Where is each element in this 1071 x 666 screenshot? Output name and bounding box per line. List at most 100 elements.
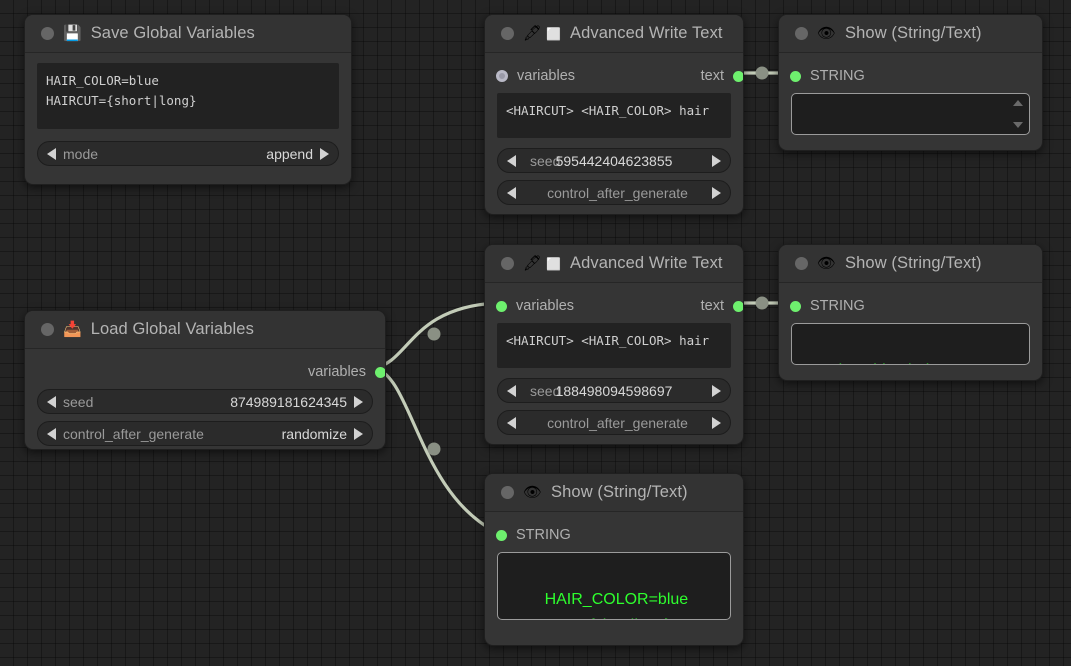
input-port-dot[interactable] xyxy=(790,301,801,312)
widget-control-after-generate[interactable]: control_after_generate xyxy=(497,180,731,205)
input-slot-label: STRING xyxy=(810,68,865,84)
widget-decrement-arrow[interactable] xyxy=(507,417,516,429)
output-display-value: <HAIRCUT> xyxy=(839,132,929,135)
collapse-toggle-dot[interactable] xyxy=(795,27,808,40)
output-slot-text[interactable]: text xyxy=(701,68,731,84)
scroll-down-icon[interactable] xyxy=(1013,122,1023,128)
collapse-toggle-dot[interactable] xyxy=(501,257,514,270)
node-advanced-write-text-2[interactable]: 🖋 ⬜ Advanced Write Text variables text <… xyxy=(484,244,744,445)
widget-decrement-arrow[interactable] xyxy=(47,396,56,408)
frame-icon: ⬜ xyxy=(546,258,561,270)
widget-increment-arrow[interactable] xyxy=(712,417,721,429)
eye-icon: 👁 xyxy=(523,485,542,500)
collapse-toggle-dot[interactable] xyxy=(41,27,54,40)
widget-increment-arrow[interactable] xyxy=(712,155,721,167)
input-port-dot[interactable] xyxy=(496,70,508,82)
output-port-dot[interactable] xyxy=(733,71,744,82)
output-slot-text[interactable]: text xyxy=(701,298,731,314)
eye-icon: 👁 xyxy=(817,256,836,271)
widget-decrement-arrow[interactable] xyxy=(507,385,516,397)
scroll-up-icon[interactable] xyxy=(1013,100,1023,106)
prompt-textarea[interactable]: <HAIRCUT> <HAIR_COLOR> hair xyxy=(497,323,731,368)
input-port-dot[interactable] xyxy=(496,530,507,541)
node-title-label: Advanced Write Text xyxy=(570,24,723,43)
input-slot-string[interactable]: STRING xyxy=(497,527,571,543)
input-slot-variables[interactable]: variables xyxy=(497,298,574,314)
node-title-bar[interactable]: 📥 Load Global Variables xyxy=(25,311,385,349)
fountain-pen-icon: 🖋 xyxy=(523,256,542,271)
input-slot-variables[interactable]: variables xyxy=(497,68,575,84)
widget-seed[interactable]: seed 188498094598697 xyxy=(497,378,731,403)
node-title-bar[interactable]: 💾 Save Global Variables xyxy=(25,15,351,53)
widget-increment-arrow[interactable] xyxy=(712,385,721,397)
output-port-dot[interactable] xyxy=(733,301,744,312)
node-title-label: Load Global Variables xyxy=(91,320,254,339)
collapse-toggle-dot[interactable] xyxy=(41,323,54,336)
input-slot-label: STRING xyxy=(516,527,571,543)
widget-decrement-arrow[interactable] xyxy=(47,428,56,440)
node-load-global-variables[interactable]: 📥 Load Global Variables variables seed 8… xyxy=(24,310,386,450)
node-advanced-write-text-1[interactable]: 🖋 ⬜ Advanced Write Text variables text <… xyxy=(484,14,744,215)
widget-label: control_after_generate xyxy=(63,426,204,442)
output-slot-label: variables xyxy=(308,364,366,380)
widget-decrement-arrow[interactable] xyxy=(507,155,516,167)
widget-mode[interactable]: mode append xyxy=(37,141,339,166)
node-title-bar[interactable]: 👁 Show (String/Text) xyxy=(779,245,1042,283)
node-save-global-variables[interactable]: 💾 Save Global Variables HAIR_COLOR=blue … xyxy=(24,14,352,185)
widget-decrement-arrow[interactable] xyxy=(47,148,56,160)
collapse-toggle-dot[interactable] xyxy=(501,486,514,499)
node-title-label: Show (String/Text) xyxy=(845,254,982,273)
node-show-string-text-3[interactable]: 👁 Show (String/Text) STRING HAIR_COLOR=b… xyxy=(484,473,744,646)
output-slot-variables[interactable]: variables xyxy=(308,364,373,380)
node-body: variables text <HAIRCUT> <HAIR_COLOR> ha… xyxy=(485,283,743,445)
node-title-label: Show (String/Text) xyxy=(551,483,688,502)
widget-seed[interactable]: seed 874989181624345 xyxy=(37,389,373,414)
widget-control-after-generate[interactable]: control_after_generate xyxy=(497,410,731,435)
widget-control-after-generate[interactable]: control_after_generate randomize xyxy=(37,421,373,446)
node-graph-canvas[interactable]: 💾 Save Global Variables HAIR_COLOR=blue … xyxy=(0,0,1071,666)
slot-row: STRING xyxy=(791,65,1030,87)
input-port-dot[interactable] xyxy=(496,301,507,312)
slot-row: STRING xyxy=(497,524,731,546)
widget-overlap-container: seed 188498094598697 xyxy=(516,379,712,402)
output-display-textarea[interactable]: HAIR_COLOR=blue HAIRCUT={short|long} xyxy=(497,552,731,620)
input-slot-string[interactable]: STRING xyxy=(791,298,865,314)
node-show-string-text-1[interactable]: 👁 Show (String/Text) STRING <HAIRCUT> xyxy=(778,14,1043,151)
node-title-bar[interactable]: 👁 Show (String/Text) xyxy=(779,15,1042,53)
input-slot-label: STRING xyxy=(810,298,865,314)
slot-row: variables xyxy=(37,361,373,383)
output-slot-label: text xyxy=(701,298,724,314)
widget-increment-arrow[interactable] xyxy=(320,148,329,160)
input-port-dot[interactable] xyxy=(790,71,801,82)
widget-value: 188498094598697 xyxy=(556,383,673,399)
widget-center: control_after_generate xyxy=(516,415,712,431)
output-port-dot[interactable] xyxy=(375,367,386,378)
output-display-value: long blue hair xyxy=(839,362,935,365)
node-title-label: Advanced Write Text xyxy=(570,254,723,273)
widget-decrement-arrow[interactable] xyxy=(507,187,516,199)
prompt-textarea[interactable]: <HAIRCUT> <HAIR_COLOR> hair xyxy=(497,93,731,138)
widget-label: seed xyxy=(63,394,93,410)
widget-label: control_after_generate xyxy=(547,185,688,201)
widget-increment-arrow[interactable] xyxy=(712,187,721,199)
widget-increment-arrow[interactable] xyxy=(354,396,363,408)
scrollbar[interactable] xyxy=(1013,100,1023,128)
node-title-bar[interactable]: 👁 Show (String/Text) xyxy=(485,474,743,512)
fountain-pen-icon: 🖋 xyxy=(523,26,542,41)
slot-row: variables text xyxy=(497,65,731,87)
node-title-bar[interactable]: 🖋 ⬜ Advanced Write Text xyxy=(485,245,743,283)
widget-increment-arrow[interactable] xyxy=(354,428,363,440)
inbox-tray-icon: 📥 xyxy=(63,322,82,337)
input-slot-string[interactable]: STRING xyxy=(791,68,865,84)
widget-value: 595442404623855 xyxy=(556,153,673,169)
widget-label: control_after_generate xyxy=(547,415,688,431)
collapse-toggle-dot[interactable] xyxy=(501,27,514,40)
output-display-textarea[interactable]: long blue hair xyxy=(791,323,1030,365)
widget-center: control_after_generate xyxy=(516,185,712,201)
collapse-toggle-dot[interactable] xyxy=(795,257,808,270)
node-title-bar[interactable]: 🖋 ⬜ Advanced Write Text xyxy=(485,15,743,53)
output-display-textarea[interactable]: <HAIRCUT> xyxy=(791,93,1030,135)
widget-seed[interactable]: seed 595442404623855 xyxy=(497,148,731,173)
node-show-string-text-2[interactable]: 👁 Show (String/Text) STRING long blue ha… xyxy=(778,244,1043,381)
variables-textarea[interactable]: HAIR_COLOR=blue HAIRCUT={short|long} xyxy=(37,63,339,129)
